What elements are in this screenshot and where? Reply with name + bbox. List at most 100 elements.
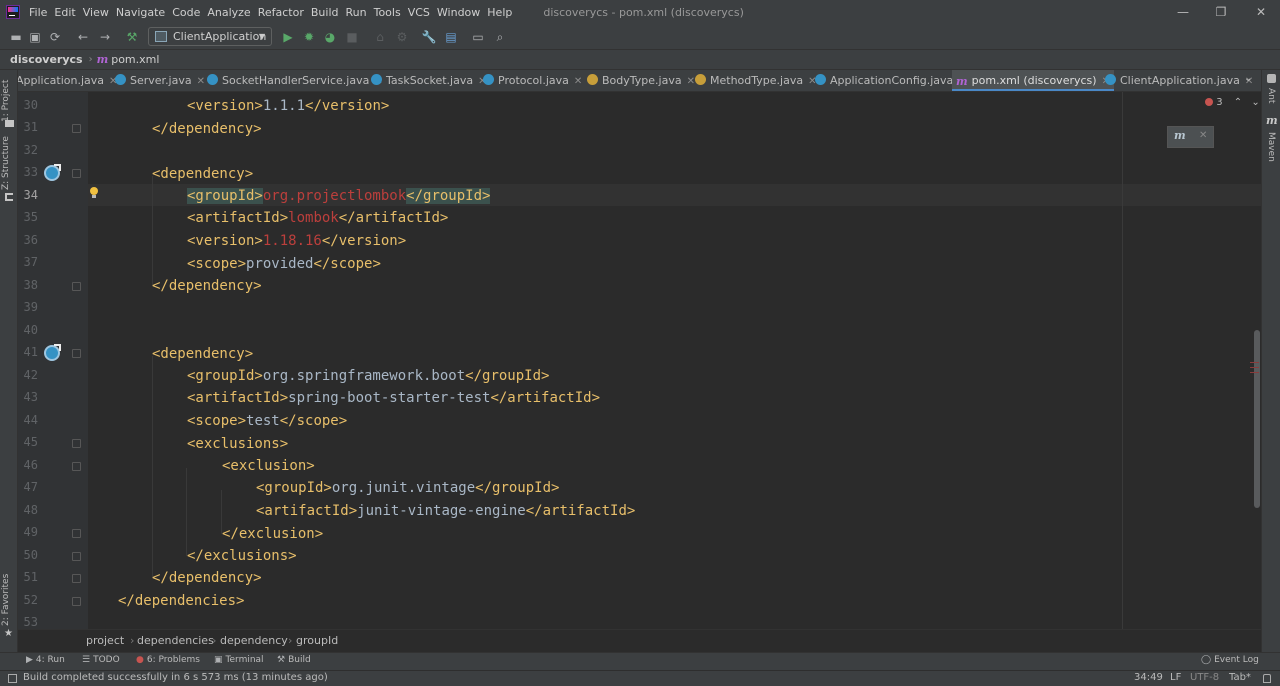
close-icon[interactable]: ✕ xyxy=(197,76,205,87)
crumb-dependency[interactable]: dependency xyxy=(220,634,288,647)
error-stripe-mark[interactable] xyxy=(1250,372,1259,373)
code-breadcrumb: project › dependencies › dependency › gr… xyxy=(18,629,1261,652)
search-icon[interactable]: ⌕ xyxy=(492,29,508,45)
back-icon[interactable]: ← xyxy=(75,29,91,45)
menu-edit[interactable]: Edit xyxy=(54,6,81,19)
attach-icon[interactable]: ⌂ xyxy=(372,29,388,45)
previous-highlight-icon[interactable]: ⌃ xyxy=(1234,97,1242,108)
indent-setting[interactable]: Tab* xyxy=(1229,672,1251,683)
layout-icon[interactable]: ▭ xyxy=(470,29,486,45)
menu-navigate[interactable]: Navigate xyxy=(116,6,171,19)
close-icon[interactable]: ✕ xyxy=(574,76,582,87)
tab-tasksocket-java[interactable]: TaskSocket.java ✕ xyxy=(371,70,487,91)
terminal-tool-button[interactable]: ▣ Terminal xyxy=(214,655,264,665)
menu-tools[interactable]: Tools xyxy=(374,6,407,19)
code-line-30: <version>1.1.1</version> xyxy=(187,98,390,114)
menu-help[interactable]: Help xyxy=(487,6,518,19)
project-tool-button[interactable]: 1: Project xyxy=(1,80,11,122)
tab-clientapplication-java[interactable]: ClientApplication.java ✕ xyxy=(1105,70,1253,91)
fold-marker-icon[interactable] xyxy=(72,529,81,538)
crumb-project[interactable]: project xyxy=(86,634,124,647)
menu-analyze[interactable]: Analyze xyxy=(207,6,256,19)
stop-icon[interactable]: ■ xyxy=(344,29,360,45)
menu-code[interactable]: Code xyxy=(172,6,206,19)
save-all-icon[interactable]: ▣ xyxy=(27,29,43,45)
open-folder-icon[interactable]: ▬ xyxy=(8,29,24,45)
tab-methodtype-java[interactable]: MethodType.java ✕ xyxy=(695,70,816,91)
maven-reload-icon[interactable]: m xyxy=(1174,129,1186,142)
sync-icon[interactable]: ⟳ xyxy=(47,29,63,45)
crumb-groupid[interactable]: groupId xyxy=(296,634,338,647)
close-icon[interactable]: ✕ xyxy=(1199,130,1207,141)
tabs-dropdown-icon[interactable]: ⌄ xyxy=(1244,73,1252,84)
fold-marker-icon[interactable] xyxy=(72,597,81,606)
fold-marker-icon[interactable] xyxy=(72,439,81,448)
next-highlight-icon[interactable]: ⌄ xyxy=(1251,97,1259,108)
intellij-logo-icon xyxy=(6,5,20,19)
maven-dependency-update-icon[interactable] xyxy=(44,344,61,361)
fold-marker-icon[interactable] xyxy=(72,349,81,358)
lock-icon[interactable] xyxy=(1263,674,1271,683)
settings-icon[interactable]: 🔧 xyxy=(421,29,437,45)
menu-file[interactable]: File xyxy=(29,6,53,19)
project-structure-icon[interactable]: ▤ xyxy=(443,29,459,45)
maven-reload-popup[interactable]: m ✕ xyxy=(1167,126,1214,148)
close-icon[interactable]: ✕ xyxy=(687,76,695,87)
coverage-icon[interactable]: ◕ xyxy=(322,29,338,45)
tab-sockethandlerservice-java[interactable]: SocketHandlerService.java✕ xyxy=(207,70,383,91)
file-encoding[interactable]: UTF-8 xyxy=(1190,672,1219,683)
vertical-scrollbar[interactable] xyxy=(1254,330,1260,508)
code-editor[interactable]: 30 31 32 33 34 35 36 37 38 39 40 41 42 4… xyxy=(18,92,1261,629)
menu-vcs[interactable]: VCS xyxy=(408,6,436,19)
fold-marker-icon[interactable] xyxy=(72,552,81,561)
structure-tool-button[interactable]: Z: Structure xyxy=(1,136,11,190)
build-tool-button[interactable]: ⚒ Build xyxy=(277,655,311,665)
tab-pom-xml[interactable]: mpom.xml (discoverycs)✕ xyxy=(952,70,1114,91)
problems-tool-button[interactable]: ● 6: Problems xyxy=(136,655,200,665)
tab-protocol-java[interactable]: Protocol.java ✕ xyxy=(483,70,582,91)
minimize-button[interactable]: — xyxy=(1166,0,1200,24)
tab-application-java[interactable]: Application.java ✕ xyxy=(18,70,117,91)
event-log-button[interactable]: ◯ Event Log xyxy=(1201,655,1259,665)
debug-icon[interactable]: ✹ xyxy=(301,29,317,45)
menu-refactor[interactable]: Refactor xyxy=(258,6,310,19)
code-line-41: <dependency> xyxy=(152,346,254,362)
fold-marker-icon[interactable] xyxy=(72,169,81,178)
crumb-dependencies[interactable]: dependencies xyxy=(137,634,214,647)
nav-project[interactable]: discoverycs xyxy=(10,53,83,66)
menu-build[interactable]: Build xyxy=(311,6,345,19)
line-number: 46 xyxy=(23,458,38,472)
inspection-widget[interactable]: 3 ⌃ ⌄ xyxy=(1205,97,1260,108)
main-toolbar: ▬ ▣ ⟳ ← → ⚒ ClientApplication ▼ ▶ ✹ ◕ ■ … xyxy=(0,24,1280,50)
fold-marker-icon[interactable] xyxy=(72,282,81,291)
run-configuration-select[interactable]: ClientApplication ▼ xyxy=(148,27,272,46)
fold-marker-icon[interactable] xyxy=(72,462,81,471)
build-hammer-icon[interactable]: ⚒ xyxy=(124,29,140,45)
maven-dependency-update-icon[interactable] xyxy=(44,164,61,181)
vcs-icon[interactable]: ⚙ xyxy=(394,29,410,45)
todo-tool-button[interactable]: ☰ TODO xyxy=(82,655,120,665)
menu-run[interactable]: Run xyxy=(346,6,373,19)
intention-bulb-icon[interactable] xyxy=(89,187,99,199)
forward-icon[interactable]: → xyxy=(97,29,113,45)
tab-server-java[interactable]: Server.java ✕ xyxy=(115,70,205,91)
nav-file[interactable]: pom.xml xyxy=(111,53,159,66)
status-message[interactable]: Build completed successfully in 6 s 573 … xyxy=(23,672,328,683)
error-stripe-mark[interactable] xyxy=(1250,367,1259,368)
fold-marker-icon[interactable] xyxy=(72,124,81,133)
tab-bodytype-java[interactable]: BodyType.java ✕ xyxy=(587,70,695,91)
maven-tool-button[interactable]: Maven xyxy=(1266,132,1276,162)
line-separator[interactable]: LF xyxy=(1170,672,1181,683)
ant-tool-button[interactable]: Ant xyxy=(1266,88,1276,103)
tab-applicationconfig-java[interactable]: ApplicationConfig.java✕ xyxy=(815,70,967,91)
menu-view[interactable]: View xyxy=(83,6,115,19)
error-stripe-mark[interactable] xyxy=(1250,362,1259,363)
fold-marker-icon[interactable] xyxy=(72,574,81,583)
menu-window[interactable]: Window xyxy=(437,6,486,19)
favorites-tool-button[interactable]: 2: Favorites xyxy=(1,574,11,626)
restore-button[interactable]: ❐ xyxy=(1204,0,1238,24)
caret-position[interactable]: 34:49 xyxy=(1134,672,1163,683)
run-icon[interactable]: ▶ xyxy=(280,29,296,45)
close-window-button[interactable]: ✕ xyxy=(1244,0,1278,24)
run-tool-button[interactable]: ▶ 4: Run xyxy=(26,655,65,665)
